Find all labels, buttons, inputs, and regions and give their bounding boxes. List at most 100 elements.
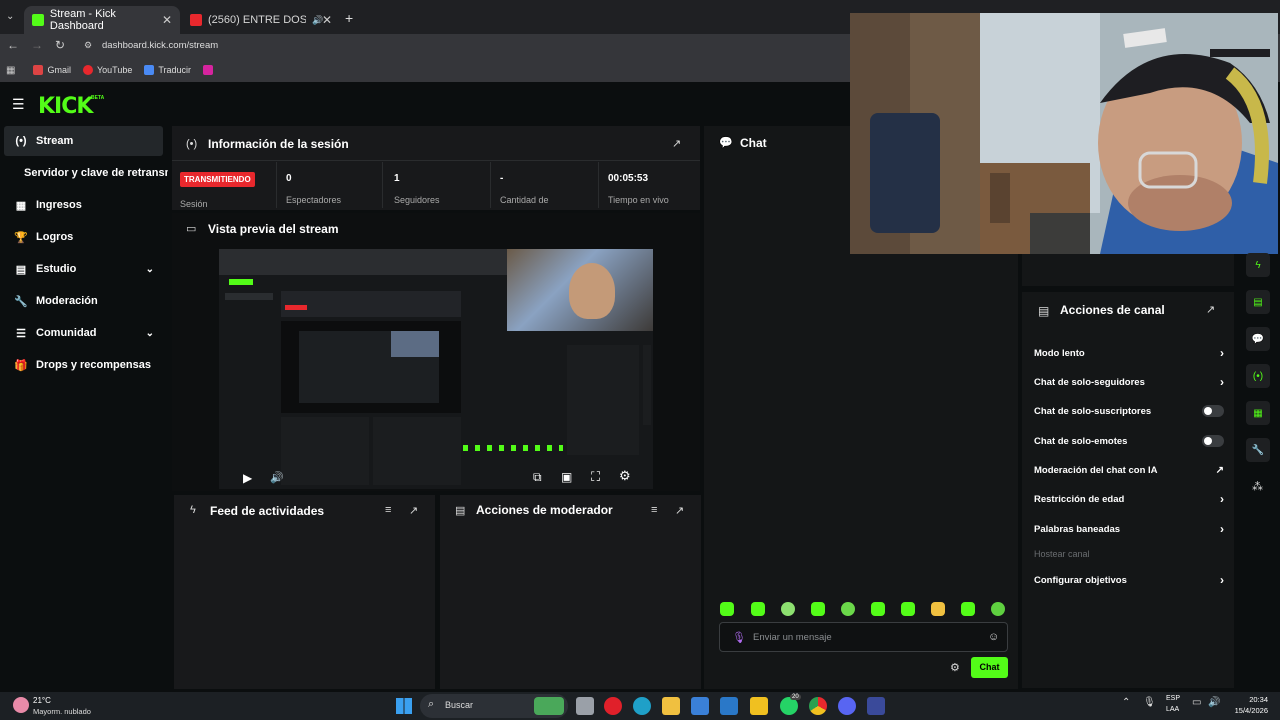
action-followers-only[interactable]: Chat de solo-seguidores › (1034, 373, 1224, 391)
network-icon[interactable]: ▭ (1192, 697, 1201, 708)
bookmark-youtube[interactable]: YouTube (82, 65, 132, 75)
session-label: Sesión (180, 199, 208, 209)
action-configure-goals[interactable]: Configurar objetivos › (1034, 571, 1224, 589)
tab-title: (2560) ENTRE DOS SUCULE (208, 14, 306, 26)
filter-icon[interactable]: ≡ (385, 504, 391, 516)
wrench-shortcut-icon[interactable]: 🔧 (1246, 438, 1270, 462)
feed-title: Feed de actividades (210, 504, 325, 518)
emoji-icon[interactable]: ☺ (988, 631, 999, 643)
emote-icon[interactable] (720, 602, 734, 616)
url-field[interactable]: dashboard.kick.com/stream (102, 40, 218, 51)
action-ai-moderation[interactable]: Moderación del chat con IA ↗ (1034, 461, 1224, 479)
community-shortcut-icon[interactable]: ⁂ (1252, 480, 1263, 493)
tray-chevron-icon[interactable]: ⌃ (1122, 697, 1130, 708)
mic-icon[interactable]: 🎙 (732, 631, 746, 644)
store-icon[interactable] (691, 697, 709, 715)
emote-icon[interactable] (811, 602, 825, 616)
play-icon[interactable]: ▶ (243, 471, 252, 485)
weather-icon[interactable] (13, 697, 29, 713)
sidebar-item-stream[interactable]: (•) Stream (4, 126, 163, 156)
emote-icon[interactable] (751, 602, 765, 616)
tab-list-icon[interactable]: ⌄ (6, 11, 14, 22)
settings-icon[interactable]: ⚙ (619, 468, 631, 484)
preview-video[interactable]: ▶ 🔊 ⧉ ▣ ⛶ ⚙ (219, 249, 653, 489)
cast-icon[interactable]: ▣ (561, 470, 572, 484)
site-info-icon[interactable]: ⚙ (84, 40, 92, 51)
emote-icon[interactable] (781, 602, 795, 616)
new-tab-icon[interactable]: + (345, 10, 353, 26)
sidebar-item-drops[interactable]: 🎁 Drops y recompensas (0, 350, 168, 380)
popout-icon[interactable]: ↗ (1206, 303, 1215, 316)
mail-icon[interactable] (720, 697, 738, 715)
stat-live-time-label: Tiempo en vivo (608, 195, 669, 205)
sidebar-item-comunidad[interactable]: ☰ Comunidad ⌄ (0, 318, 168, 348)
tab-youtube[interactable]: (2560) ENTRE DOS SUCULE 🔊 ✕ (182, 6, 340, 34)
instagram-icon (203, 65, 214, 75)
popout-icon[interactable]: ↗ (672, 137, 681, 150)
bolt-shortcut-icon[interactable]: ϟ (1246, 253, 1270, 277)
emote-icon[interactable] (841, 602, 855, 616)
emotes-only-toggle[interactable] (1202, 435, 1224, 447)
notes-shortcut-icon[interactable]: ▤ (1246, 290, 1270, 314)
chat-shortcut-icon[interactable]: 💬 (1246, 327, 1270, 351)
file-explorer-icon[interactable] (662, 697, 680, 715)
tab-kick-dashboard[interactable]: Stream - Kick Dashboard ✕ (24, 6, 180, 34)
forward-icon[interactable]: → (31, 38, 43, 52)
beta-badge: BETA (91, 95, 105, 101)
speaker-tray-icon[interactable]: 🔊 (1208, 697, 1220, 708)
action-age-restriction[interactable]: Restricción de edad › (1034, 490, 1224, 508)
taskbar-search[interactable]: ⌕ Buscar (420, 694, 568, 718)
filter-icon[interactable]: ≡ (651, 504, 657, 516)
chat-input[interactable]: 🎙 Enviar un mensaje ☺ (719, 622, 1008, 652)
chat-settings-icon[interactable]: ⚙ (950, 661, 960, 674)
apps-icon[interactable]: ▦ (6, 65, 15, 76)
sidebar-item-estudio[interactable]: ▤ Estudio ⌄ (0, 254, 168, 284)
clipboard-shortcut-icon[interactable]: ▦ (1246, 401, 1270, 425)
emote-icon[interactable] (901, 602, 915, 616)
chat-send-button[interactable]: Chat (971, 657, 1008, 678)
reload-icon[interactable]: ↻ (55, 38, 65, 52)
chrome-icon[interactable] (809, 697, 827, 715)
norton-icon[interactable] (750, 697, 768, 715)
broadcast-shortcut-icon[interactable]: (•) (1246, 364, 1270, 388)
bookmark-traducir[interactable]: Traducir (144, 65, 191, 75)
volume-icon[interactable]: 🔊 (270, 471, 284, 484)
opera-icon[interactable] (604, 697, 622, 715)
language-layout[interactable]: LAA (1166, 706, 1179, 713)
menu-icon[interactable]: ☰ (12, 96, 25, 113)
close-tab-icon[interactable]: ✕ (162, 13, 172, 27)
sidebar-item-ingresos[interactable]: ▦ Ingresos (0, 190, 168, 220)
bookmark-instagram[interactable] (203, 65, 217, 75)
clock-time[interactable]: 20:34 (1230, 695, 1268, 704)
app-icon[interactable] (867, 697, 885, 715)
stat-followers-value: 1 (394, 173, 400, 184)
action-banned-words[interactable]: Palabras baneadas › (1034, 520, 1224, 538)
emote-icon[interactable] (931, 602, 945, 616)
action-slow-mode[interactable]: Modo lento › (1034, 344, 1224, 362)
discord-icon[interactable] (838, 697, 856, 715)
sidebar-item-server-key[interactable]: Servidor y clave de retransmisión (0, 158, 168, 188)
fullscreen-icon[interactable]: ⛶ (591, 469, 600, 485)
language-code[interactable]: ESP (1166, 695, 1180, 702)
kick-logo[interactable]: KICK (38, 94, 93, 119)
taskview-icon[interactable] (576, 697, 594, 715)
sidebar-item-moderacion[interactable]: 🔧 Moderación (0, 286, 168, 316)
bookmark-gmail[interactable]: Gmail (33, 65, 71, 75)
subscribers-only-toggle[interactable] (1202, 405, 1224, 417)
windows-start-icon[interactable] (396, 698, 412, 714)
translate-icon (144, 65, 155, 75)
popout-icon[interactable]: ↗ (675, 504, 684, 517)
emote-icon[interactable] (961, 602, 975, 616)
popout-icon[interactable]: ↗ (409, 504, 418, 517)
emote-icon[interactable] (991, 602, 1005, 616)
sidebar-item-logros[interactable]: 🏆 Logros (0, 222, 168, 252)
mic-tray-icon[interactable]: 🎙 (1143, 697, 1156, 708)
edge-icon[interactable] (633, 697, 651, 715)
stat-amount-label: Cantidad de (500, 195, 549, 205)
pip-icon[interactable]: ⧉ (533, 470, 542, 485)
clock-date[interactable]: 15/4/2026 (1226, 706, 1268, 715)
emote-icon[interactable] (871, 602, 885, 616)
chat-placeholder: Enviar un mensaje (753, 632, 832, 643)
close-tab-icon[interactable]: ✕ (322, 13, 332, 27)
back-icon[interactable]: ← (7, 38, 19, 52)
